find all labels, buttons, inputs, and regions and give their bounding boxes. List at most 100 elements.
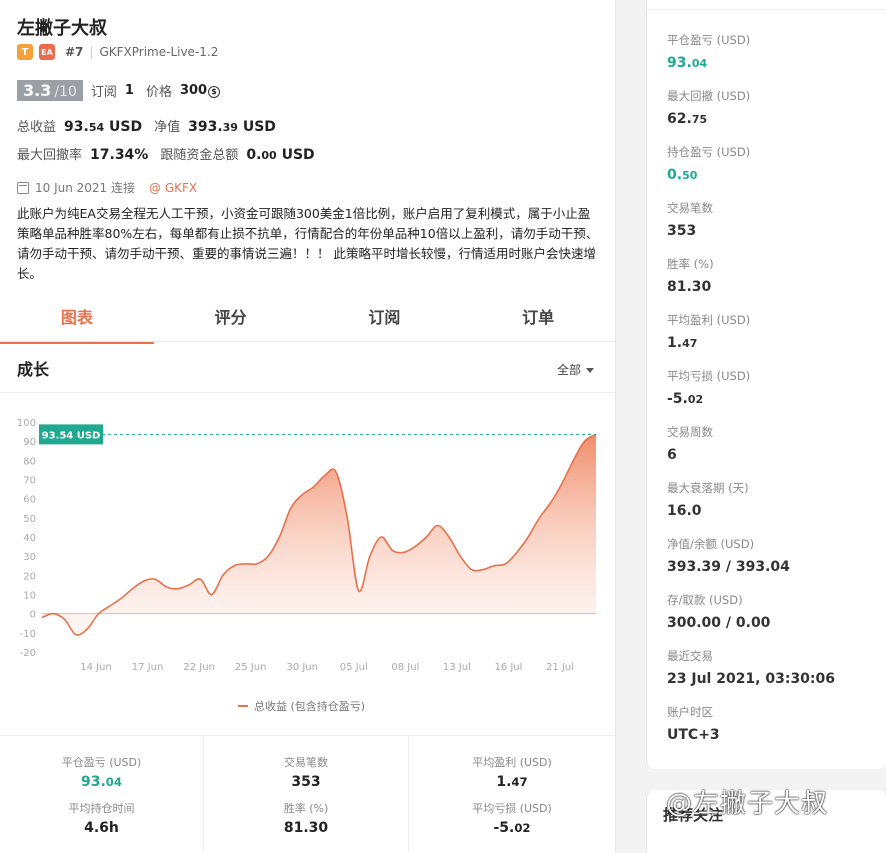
- sidebar-stat-value: 81.30: [667, 279, 714, 295]
- x-tick-label: 21 Jul: [546, 662, 574, 673]
- tab-chart[interactable]: 图表: [0, 298, 154, 344]
- sidebar-stat-label: 平均盈利 (USD): [667, 313, 751, 327]
- sidebar-stat-int: 6: [667, 447, 677, 463]
- sidebar-stat-item: 交易笔数 353: [667, 200, 713, 239]
- sidebar-stat-value: 1.47: [667, 335, 750, 351]
- server-label: GKFXPrime-Live-1.2: [99, 45, 219, 59]
- sidebar-stat-int: 1.: [667, 335, 683, 351]
- last-value-label: 93.54 USD: [42, 430, 101, 441]
- subscribe-count: 1: [124, 83, 134, 98]
- sidebar-stat-value: -5.02: [667, 391, 750, 407]
- profit-row: 总收益 93.54 USD 净值 393.39 USD: [17, 116, 276, 135]
- sidebar-stat-label: 净值/余额 (USD): [667, 537, 755, 551]
- series-area: [42, 434, 596, 636]
- sidebar-stat-item: 胜率 (%) 81.30: [667, 256, 714, 295]
- stat-int: -5.: [493, 820, 515, 836]
- sidebar-stat-dec: 50: [682, 169, 698, 182]
- equity-int: 393.: [188, 119, 223, 135]
- y-tick-label: 80: [23, 456, 36, 467]
- follow-unit: USD: [281, 147, 315, 163]
- y-tick-label: -10: [20, 629, 36, 640]
- sidebar-stat-int: 81.30: [667, 279, 712, 295]
- sidebar-stat-int: -5.: [667, 391, 688, 407]
- sidebar-stat-value: 16.0: [667, 503, 749, 519]
- range-label: 全部: [557, 363, 582, 377]
- sidebar-stat-value: 23 Jul 2021, 03:30:06: [667, 671, 835, 687]
- sidebar-stat-value: 0.50: [667, 167, 750, 183]
- ea-tag-icon: EA: [39, 44, 55, 60]
- growth-chart: 1009080706050403020100-10-2093.54 USD14 …: [17, 418, 597, 673]
- sidebar-stat-value: 353: [667, 223, 713, 239]
- sidebar-stat-int: UTC+3: [667, 727, 720, 743]
- y-tick-label: 50: [23, 514, 36, 525]
- sidebar-stat-int: 0.: [667, 167, 683, 183]
- tab-rating[interactable]: 评分: [154, 298, 308, 341]
- y-tick-label: 30: [23, 552, 36, 563]
- y-tick-label: 20: [23, 571, 36, 582]
- watermark: @左撇子大叔: [666, 789, 829, 819]
- sidebar-stat-label: 最大衰落期 (天): [667, 481, 749, 495]
- sidebar-stat-item: 持仓盈亏 (USD) 0.50: [667, 144, 750, 183]
- sidebar-stat-value: 300.00 / 0.00: [667, 615, 770, 631]
- sidebar-stat-item: 最大衰落期 (天) 16.0: [667, 480, 749, 519]
- tab-orders[interactable]: 订单: [461, 298, 615, 341]
- range-dropdown[interactable]: 全部: [557, 361, 595, 378]
- sidebar-stat-item: 平仓盈亏 (USD) 93.04: [667, 32, 750, 71]
- sidebar-stat-label: 交易笔数: [667, 201, 713, 215]
- account-title: 左撇子大叔: [17, 18, 107, 39]
- trader-tag-icon: T: [17, 44, 33, 60]
- sidebar-stat-label: 最近交易: [667, 649, 713, 663]
- drawdown-row: 最大回撤率 17.34% 跟随资金总额 0.00 USD: [17, 144, 315, 163]
- y-tick-label: 0: [30, 610, 36, 621]
- chart-legend[interactable]: 总收益 (包含持仓盈亏): [238, 698, 365, 714]
- stats-col-1: 平仓盈亏 (USD) 93.04 平均持仓时间 4.6h: [0, 736, 204, 853]
- sidebar-stat-item: 平均盈利 (USD) 1.47: [667, 312, 750, 351]
- sidebar-stat-int: 300.00 / 0.00: [667, 615, 771, 631]
- y-tick-label: 10: [23, 591, 36, 602]
- y-tick-label: -20: [20, 648, 36, 659]
- x-tick-label: 30 Jun: [286, 662, 318, 673]
- total-profit-value: 93.54 USD: [64, 119, 142, 135]
- stat-value: 81.30: [204, 820, 408, 836]
- sidebar-stat-item: 账户时区 UTC+3: [667, 704, 720, 743]
- stat-value: -5.02: [409, 820, 615, 836]
- score-value: 3.3: [23, 81, 52, 100]
- tab-subscribe[interactable]: 订阅: [308, 298, 462, 341]
- sidebar-stat-int: 393.39 / 393.04: [667, 559, 790, 575]
- sidebar-stat-value: UTC+3: [667, 727, 720, 743]
- broker-link[interactable]: @ GKFX: [149, 181, 197, 195]
- tag-row: T EA #7 | GKFXPrime-Live-1.2: [17, 44, 218, 60]
- sidebar-stat-label: 交易周数: [667, 425, 713, 439]
- stat-dec: 04: [105, 775, 123, 789]
- stat-label: 交易笔数: [284, 756, 328, 769]
- stat-label: 平均亏损 (USD): [472, 802, 552, 815]
- equity-label: 净值: [154, 120, 181, 135]
- sidebar-stat-label: 账户时区: [667, 705, 713, 719]
- rank-label: #7: [65, 45, 84, 59]
- max-dd-label: 最大回撤率: [17, 148, 83, 163]
- sidebar-stat-dec: 75: [691, 113, 708, 126]
- stats-col-3: 平均盈利 (USD) 1.47 平均亏损 (USD) -5.02: [409, 736, 615, 853]
- sidebar-stat-int: 62.: [667, 111, 692, 127]
- subscribe-label: 订阅: [90, 85, 117, 100]
- stats-sidebar: 平仓盈亏 (USD) 93.04 最大回撤 (USD) 62.75 持仓盈亏 (USD)…: [646, 0, 886, 853]
- sidebar-stat-int: 353: [667, 223, 697, 239]
- y-tick-label: 100: [17, 418, 36, 429]
- total-profit-unit: USD: [109, 119, 143, 135]
- follow-label: 跟随资金总额: [160, 148, 239, 163]
- stat-dec: 47: [511, 775, 528, 789]
- equity-unit: USD: [242, 119, 276, 135]
- x-tick-label: 08 Jul: [391, 662, 419, 673]
- stat-item: 交易笔数 353: [204, 754, 408, 790]
- account-panel: 左撇子大叔 T EA #7 | GKFXPrime-Live-1.2 3.3 /…: [0, 0, 616, 853]
- score-badge: 3.3 /10: [17, 80, 83, 101]
- follow-int: 0.: [246, 147, 262, 163]
- sidebar-stat-label: 胜率 (%): [667, 257, 714, 271]
- legend-swatch: [238, 705, 248, 707]
- equity-dec: 39: [222, 121, 238, 134]
- sidebar-stat-dec: 04: [691, 57, 708, 70]
- sidebar-stat-value: 93.04: [667, 55, 750, 71]
- follow-value: 0.00 USD: [246, 147, 314, 163]
- sidebar-stat-item: 存/取款 (USD) 300.00 / 0.00: [667, 592, 770, 631]
- x-tick-label: 14 Jun: [80, 662, 112, 673]
